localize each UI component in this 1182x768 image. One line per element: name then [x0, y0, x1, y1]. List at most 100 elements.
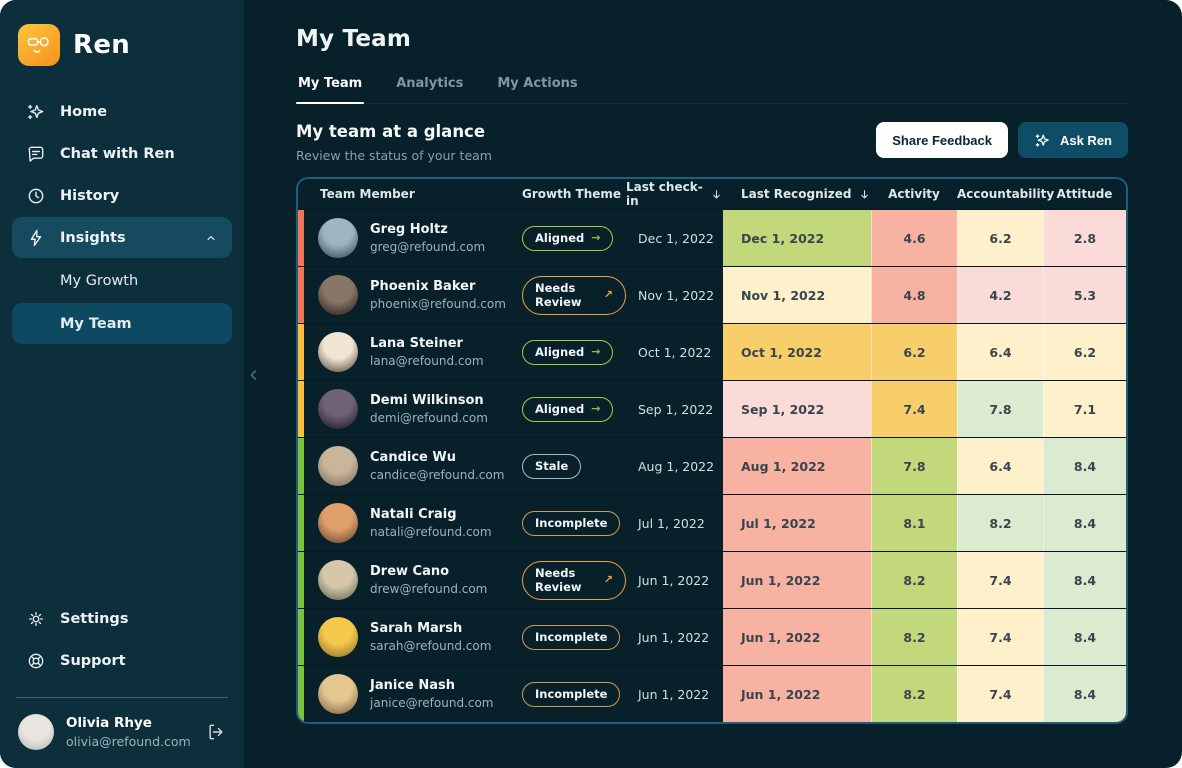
sidebar-item-support[interactable]: Support: [12, 640, 232, 681]
attitude-score-cell: 6.2: [1043, 324, 1126, 380]
sort-descending-icon[interactable]: [710, 188, 723, 201]
badge-arrow-icon: ↗: [604, 288, 613, 301]
member-email: drew@refound.com: [370, 582, 487, 596]
sidebar-item-my-team[interactable]: My Team: [12, 303, 232, 344]
tab-bar: My Team Analytics My Actions: [296, 76, 1128, 104]
team-table: Team Member Growth Theme Last check-in L…: [296, 177, 1128, 724]
logout-icon[interactable]: [206, 722, 226, 742]
last-recognized-cell: Dec 1, 2022: [723, 210, 871, 266]
avatar: [318, 446, 358, 486]
collapse-sidebar-chevron[interactable]: [246, 365, 262, 385]
tab-analytics[interactable]: Analytics: [394, 76, 465, 103]
team-member-cell: Drew Cano drew@refound.com: [298, 552, 516, 608]
status-indicator-bar: [298, 495, 304, 551]
app-name: Ren: [73, 30, 130, 60]
table-row[interactable]: Sarah Marsh sarah@refound.com Incomplete…: [298, 608, 1126, 665]
sparkle-icon: [1034, 132, 1051, 149]
column-header-last-recognized[interactable]: Last Recognized: [723, 187, 871, 201]
growth-theme-badge[interactable]: Incomplete: [522, 682, 620, 707]
table-row[interactable]: Greg Holtz greg@refound.com Aligned → De…: [298, 209, 1126, 266]
growth-theme-badge[interactable]: Stale: [522, 454, 581, 479]
last-recognized-cell: Jul 1, 2022: [723, 495, 871, 551]
table-body: Greg Holtz greg@refound.com Aligned → De…: [298, 209, 1126, 722]
tab-my-team[interactable]: My Team: [296, 76, 364, 103]
column-header-last-check-in[interactable]: Last check-in: [626, 180, 723, 208]
status-indicator-bar: [298, 381, 304, 437]
sidebar-item-insights[interactable]: Insights: [12, 217, 232, 258]
member-email: phoenix@refound.com: [370, 297, 506, 311]
tab-my-actions[interactable]: My Actions: [495, 76, 579, 103]
growth-theme-badge[interactable]: Incomplete: [522, 625, 620, 650]
sidebar-item-chat-with-ren[interactable]: Chat with Ren: [12, 133, 232, 174]
member-email: demi@refound.com: [370, 411, 488, 425]
ask-ren-label: Ask Ren: [1060, 133, 1112, 148]
main-content: My Team My Team Analytics My Actions My …: [244, 0, 1182, 768]
table-row[interactable]: Drew Cano drew@refound.com Needs Review …: [298, 551, 1126, 608]
column-header-accountability[interactable]: Accountability: [957, 187, 1043, 201]
avatar: [318, 332, 358, 372]
ask-ren-button[interactable]: Ask Ren: [1018, 122, 1128, 158]
accountability-score-cell: 6.4: [957, 438, 1043, 494]
member-email: lana@refound.com: [370, 354, 484, 368]
table-row[interactable]: Demi Wilkinson demi@refound.com Aligned …: [298, 380, 1126, 437]
status-indicator-bar: [298, 438, 304, 494]
app-window: Ren Home Chat with R: [0, 0, 1182, 768]
column-header-attitude[interactable]: Attitude: [1043, 187, 1126, 201]
last-recognized-cell: Jun 1, 2022: [723, 666, 871, 722]
last-recognized-cell: Sep 1, 2022: [723, 381, 871, 437]
attitude-score-cell: 8.4: [1043, 438, 1126, 494]
member-name: Natali Craig: [370, 507, 492, 522]
column-header-team-member[interactable]: Team Member: [298, 187, 516, 201]
sidebar-item-home[interactable]: Home: [12, 91, 232, 132]
growth-theme-cell: Needs Review ↗: [516, 552, 626, 608]
clock-icon: [26, 186, 46, 206]
growth-theme-badge[interactable]: Needs Review ↗: [522, 276, 626, 315]
growth-theme-cell: Needs Review ↗: [516, 267, 626, 323]
sort-descending-icon[interactable]: [858, 188, 871, 201]
table-row[interactable]: Candice Wu candice@refound.com Stale Aug…: [298, 437, 1126, 494]
sidebar-divider: [16, 697, 228, 698]
column-header-growth-theme[interactable]: Growth Theme: [516, 187, 626, 201]
last-checkin-date: Dec 1, 2022: [626, 210, 723, 266]
attitude-score-cell: 8.4: [1043, 666, 1126, 722]
accountability-score-cell: 6.2: [957, 210, 1043, 266]
last-recognized-cell: Oct 1, 2022: [723, 324, 871, 380]
status-indicator-bar: [298, 609, 304, 665]
table-row[interactable]: Natali Craig natali@refound.com Incomple…: [298, 494, 1126, 551]
sidebar-item-label: Insights: [60, 230, 126, 246]
bolt-icon: [26, 228, 46, 248]
growth-theme-cell: Incomplete: [516, 495, 626, 551]
member-name: Sarah Marsh: [370, 621, 491, 636]
growth-theme-badge[interactable]: Incomplete: [522, 511, 620, 536]
sidebar-item-label: Settings: [60, 611, 128, 627]
table-row[interactable]: Lana Steiner lana@refound.com Aligned → …: [298, 323, 1126, 380]
share-feedback-button[interactable]: Share Feedback: [876, 122, 1008, 158]
sidebar-item-label: Chat with Ren: [60, 146, 175, 162]
table-row[interactable]: Janice Nash janice@refound.com Incomplet…: [298, 665, 1126, 722]
user-profile[interactable]: Olivia Rhye olivia@refound.com: [12, 710, 232, 752]
growth-theme-badge[interactable]: Aligned →: [522, 340, 613, 365]
table-row[interactable]: Phoenix Baker phoenix@refound.com Needs …: [298, 266, 1126, 323]
column-label: Last check-in: [626, 180, 704, 208]
section-header: My team at a glance Review the status of…: [296, 122, 1128, 163]
chevron-up-icon[interactable]: [204, 231, 218, 245]
sidebar-item-my-growth[interactable]: My Growth: [12, 260, 232, 301]
activity-score-cell: 7.8: [871, 438, 957, 494]
sidebar-item-label: Home: [60, 104, 107, 120]
sidebar-item-history[interactable]: History: [12, 175, 232, 216]
growth-theme-badge[interactable]: Aligned →: [522, 397, 613, 422]
member-email: natali@refound.com: [370, 525, 492, 539]
activity-score-cell: 8.2: [871, 609, 957, 665]
accountability-score-cell: 7.8: [957, 381, 1043, 437]
member-name: Janice Nash: [370, 678, 494, 693]
badge-label: Stale: [535, 459, 568, 473]
column-header-activity[interactable]: Activity: [871, 187, 957, 201]
accountability-score-cell: 8.2: [957, 495, 1043, 551]
last-checkin-date: Jun 1, 2022: [626, 552, 723, 608]
member-email: sarah@refound.com: [370, 639, 491, 653]
growth-theme-badge[interactable]: Aligned →: [522, 226, 613, 251]
member-name: Candice Wu: [370, 450, 504, 465]
growth-theme-badge[interactable]: Needs Review ↗: [522, 561, 626, 600]
sidebar-item-settings[interactable]: Settings: [12, 598, 232, 639]
section-subtitle: Review the status of your team: [296, 148, 492, 163]
